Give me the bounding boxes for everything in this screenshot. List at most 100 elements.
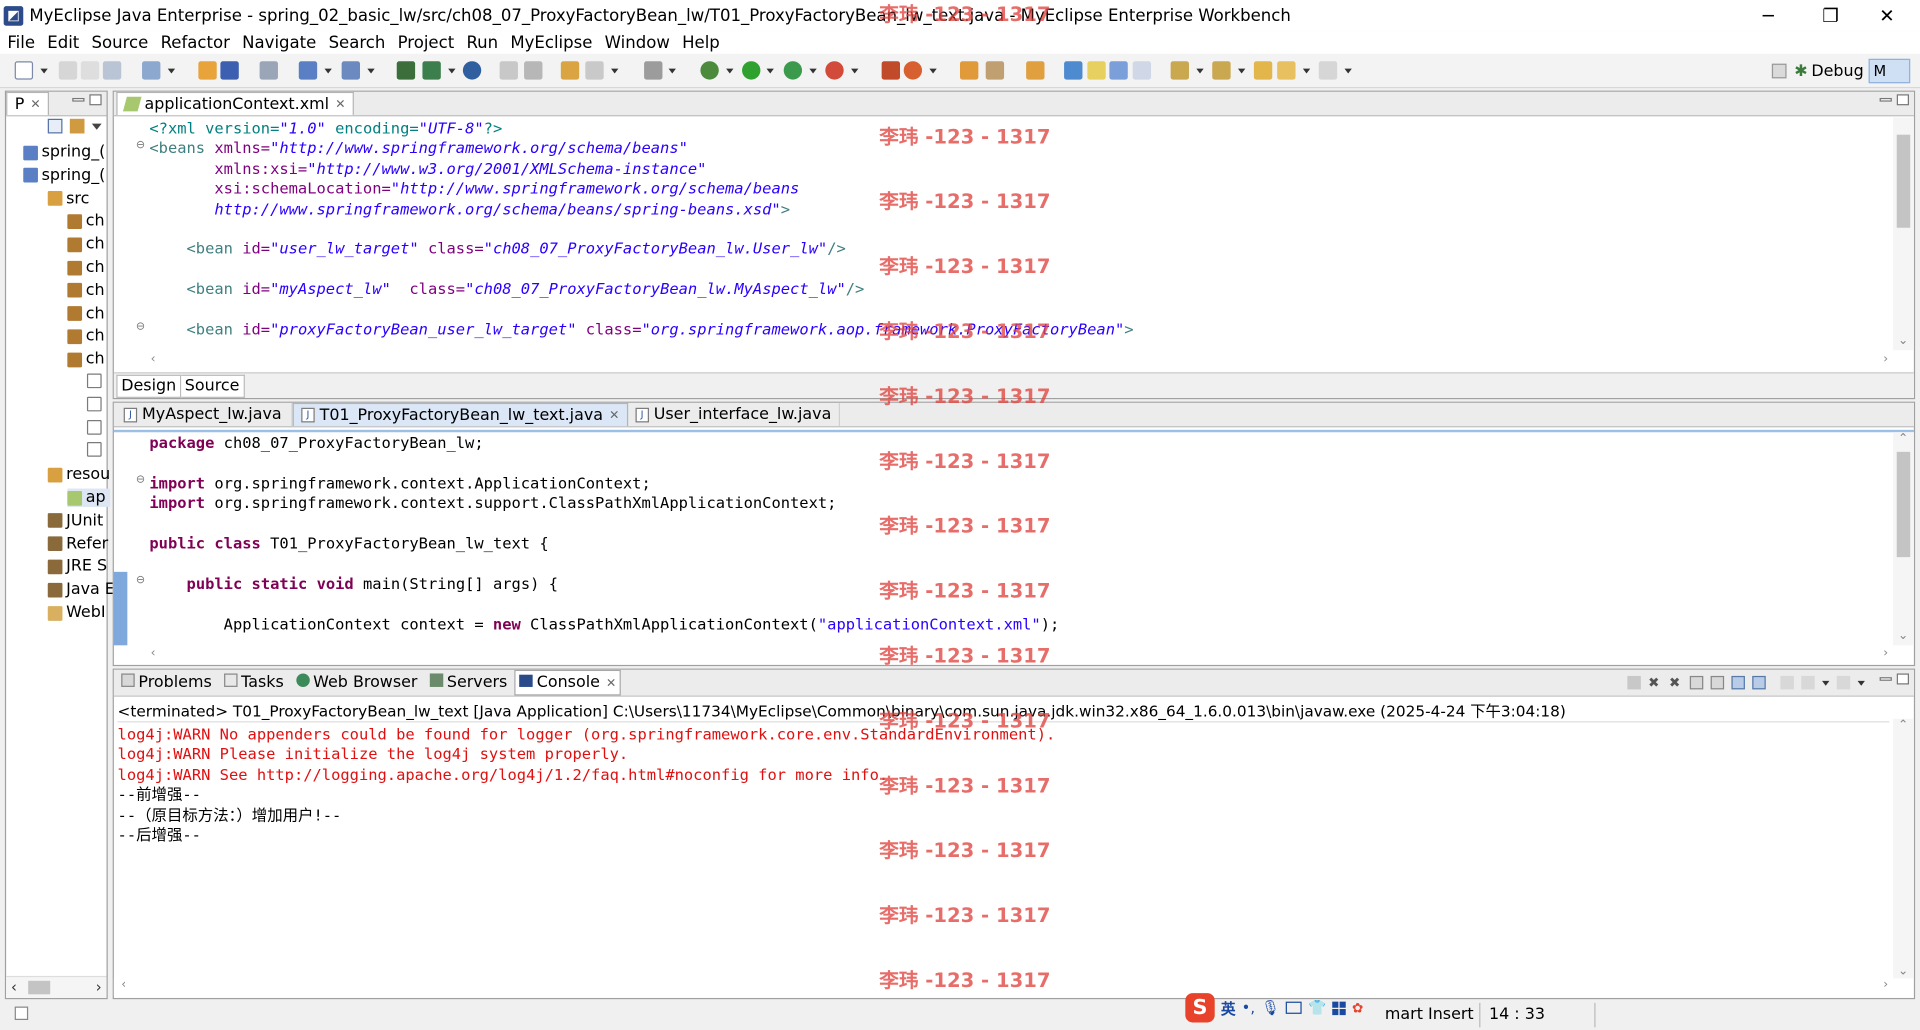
run-dropdown-icon[interactable]: [766, 68, 774, 74]
ime-language[interactable]: 英: [1221, 997, 1236, 1018]
restore-button[interactable]: ❐: [1802, 0, 1858, 31]
close-icon[interactable]: ✕: [30, 97, 40, 110]
server-icon[interactable]: [259, 61, 278, 80]
maximize-icon[interactable]: [89, 94, 102, 106]
scroll-down-icon[interactable]: ⌄: [1898, 334, 1908, 347]
deploy-icon[interactable]: [298, 61, 318, 80]
menu-search[interactable]: Search: [329, 32, 386, 52]
snapshot-dropdown-icon[interactable]: [929, 68, 937, 74]
microphone-icon[interactable]: 🎙: [1261, 999, 1280, 1016]
scroll-lock-icon[interactable]: [1710, 675, 1725, 690]
fold-icon[interactable]: ⊖: [136, 474, 145, 486]
scroll-down-icon[interactable]: ⌄: [1898, 629, 1908, 642]
tree-item[interactable]: spring_(: [23, 166, 105, 185]
java-ee-icon[interactable]: [422, 61, 441, 80]
print-icon[interactable]: [102, 61, 122, 80]
tree-item[interactable]: spring_(: [23, 143, 105, 162]
explorer-hscroll[interactable]: ‹ ›: [6, 975, 107, 998]
new-dropdown-icon[interactable]: [40, 68, 48, 74]
keyboard-icon[interactable]: [1285, 1001, 1302, 1014]
sogou-logo-icon[interactable]: S: [1185, 993, 1215, 1023]
open-perspective-icon[interactable]: [1772, 63, 1787, 79]
prev-annotation-icon[interactable]: [1212, 61, 1231, 80]
deploy-dropdown-icon[interactable]: [324, 68, 332, 74]
tree-item[interactable]: src: [47, 189, 89, 208]
code-line[interactable]: ApplicationContext context = new ClassPa…: [149, 614, 1060, 634]
skin-icon[interactable]: 👕: [1308, 999, 1326, 1016]
display-console-dropdown-icon[interactable]: [1822, 680, 1830, 686]
menu-myeclipse[interactable]: MyEclipse: [510, 32, 592, 52]
java-ee-dropdown-icon[interactable]: [448, 68, 456, 74]
profile-icon[interactable]: [881, 61, 901, 80]
run-coverage-dropdown-icon[interactable]: [809, 68, 817, 74]
scroll-right-icon[interactable]: ›: [1883, 978, 1888, 991]
tab-myaspect[interactable]: J MyAspect_lw.java: [116, 402, 293, 427]
scroll-right-icon[interactable]: ›: [1883, 647, 1888, 660]
snapshot-icon[interactable]: [903, 61, 923, 80]
jar-icon[interactable]: [220, 61, 239, 80]
pin-console-icon[interactable]: [1780, 675, 1794, 690]
open-console-icon[interactable]: [1836, 675, 1851, 690]
close-icon[interactable]: ✕: [335, 97, 345, 110]
run-icon[interactable]: [742, 61, 761, 80]
highlight-icon[interactable]: [1087, 61, 1106, 80]
tab-user-interface[interactable]: J User_interface_lw.java: [628, 402, 840, 427]
menu-window[interactable]: Window: [605, 32, 670, 52]
menu-help[interactable]: Help: [682, 32, 720, 52]
tree-item[interactable]: ch: [67, 258, 105, 277]
remove-launch-icon[interactable]: ✖: [1648, 676, 1661, 689]
scroll-left-icon[interactable]: ‹: [11, 978, 17, 995]
link-editor-icon[interactable]: [69, 118, 85, 134]
minimize-button[interactable]: ─: [1740, 0, 1796, 31]
open-dropdown-icon[interactable]: [167, 68, 176, 74]
tree-item[interactable]: [86, 373, 105, 389]
scroll-left-icon[interactable]: ‹: [151, 647, 156, 660]
view-menu-icon[interactable]: [91, 123, 102, 130]
display-console-icon[interactable]: [1801, 675, 1815, 690]
fold-icon[interactable]: ⊖: [136, 140, 145, 152]
show-stderr-icon[interactable]: [1752, 675, 1766, 690]
fold-icon[interactable]: ⊖: [136, 321, 145, 333]
console-vscroll[interactable]: ⌃ ⌄: [1893, 718, 1914, 979]
tab-servers[interactable]: Servers: [425, 670, 512, 696]
xml-vscroll[interactable]: ⌄: [1893, 117, 1914, 351]
tree-item[interactable]: ch: [67, 327, 105, 346]
tree-item[interactable]: [86, 419, 105, 435]
back-icon[interactable]: [1277, 61, 1296, 80]
refresh-icon[interactable]: [524, 61, 543, 80]
maximize-icon[interactable]: [1896, 673, 1909, 685]
menu-project[interactable]: Project: [398, 32, 455, 52]
terminal-icon[interactable]: [644, 61, 663, 80]
scroll-up-icon[interactable]: ⌃: [1898, 432, 1908, 445]
xml-hscroll[interactable]: ‹ ›: [145, 352, 1894, 370]
code-line[interactable]: import org.springframework.context.Appli…: [149, 474, 1059, 494]
tab-source[interactable]: Source: [181, 374, 245, 398]
run-coverage-icon[interactable]: [783, 61, 803, 80]
new-icon[interactable]: [14, 61, 34, 80]
menu-source[interactable]: Source: [92, 32, 149, 52]
tree-item[interactable]: ch: [67, 281, 105, 300]
menu-edit[interactable]: Edit: [47, 32, 79, 52]
scroll-thumb[interactable]: [1896, 451, 1911, 558]
myeclipse-perspective-button[interactable]: M: [1868, 58, 1911, 84]
tree-item[interactable]: [86, 396, 105, 412]
back-dropdown-icon[interactable]: [1302, 68, 1311, 74]
scroll-right-icon[interactable]: ›: [96, 978, 102, 995]
tab-tasks[interactable]: Tasks: [219, 670, 289, 696]
scroll-down-icon[interactable]: ⌄: [1898, 965, 1908, 978]
scroll-left-icon[interactable]: ‹: [121, 978, 126, 991]
fast-view-icon[interactable]: [14, 1006, 29, 1021]
maximize-icon[interactable]: [1896, 94, 1909, 106]
show-stdout-icon[interactable]: [1731, 675, 1745, 690]
report-icon[interactable]: [560, 61, 580, 80]
remove-all-icon[interactable]: ✖: [1669, 676, 1682, 689]
gear-dropdown-icon[interactable]: [611, 68, 619, 74]
forward-icon[interactable]: [1318, 61, 1338, 80]
close-button[interactable]: ✕: [1859, 0, 1915, 31]
menu-refactor[interactable]: Refactor: [161, 32, 230, 52]
tool-orange-icon[interactable]: [1026, 61, 1045, 80]
tab-console[interactable]: Console ✕: [514, 669, 622, 696]
mark-occurrences-icon[interactable]: [1064, 61, 1083, 80]
package-icon[interactable]: [198, 61, 217, 80]
tree-item[interactable]: Refer: [47, 535, 108, 553]
